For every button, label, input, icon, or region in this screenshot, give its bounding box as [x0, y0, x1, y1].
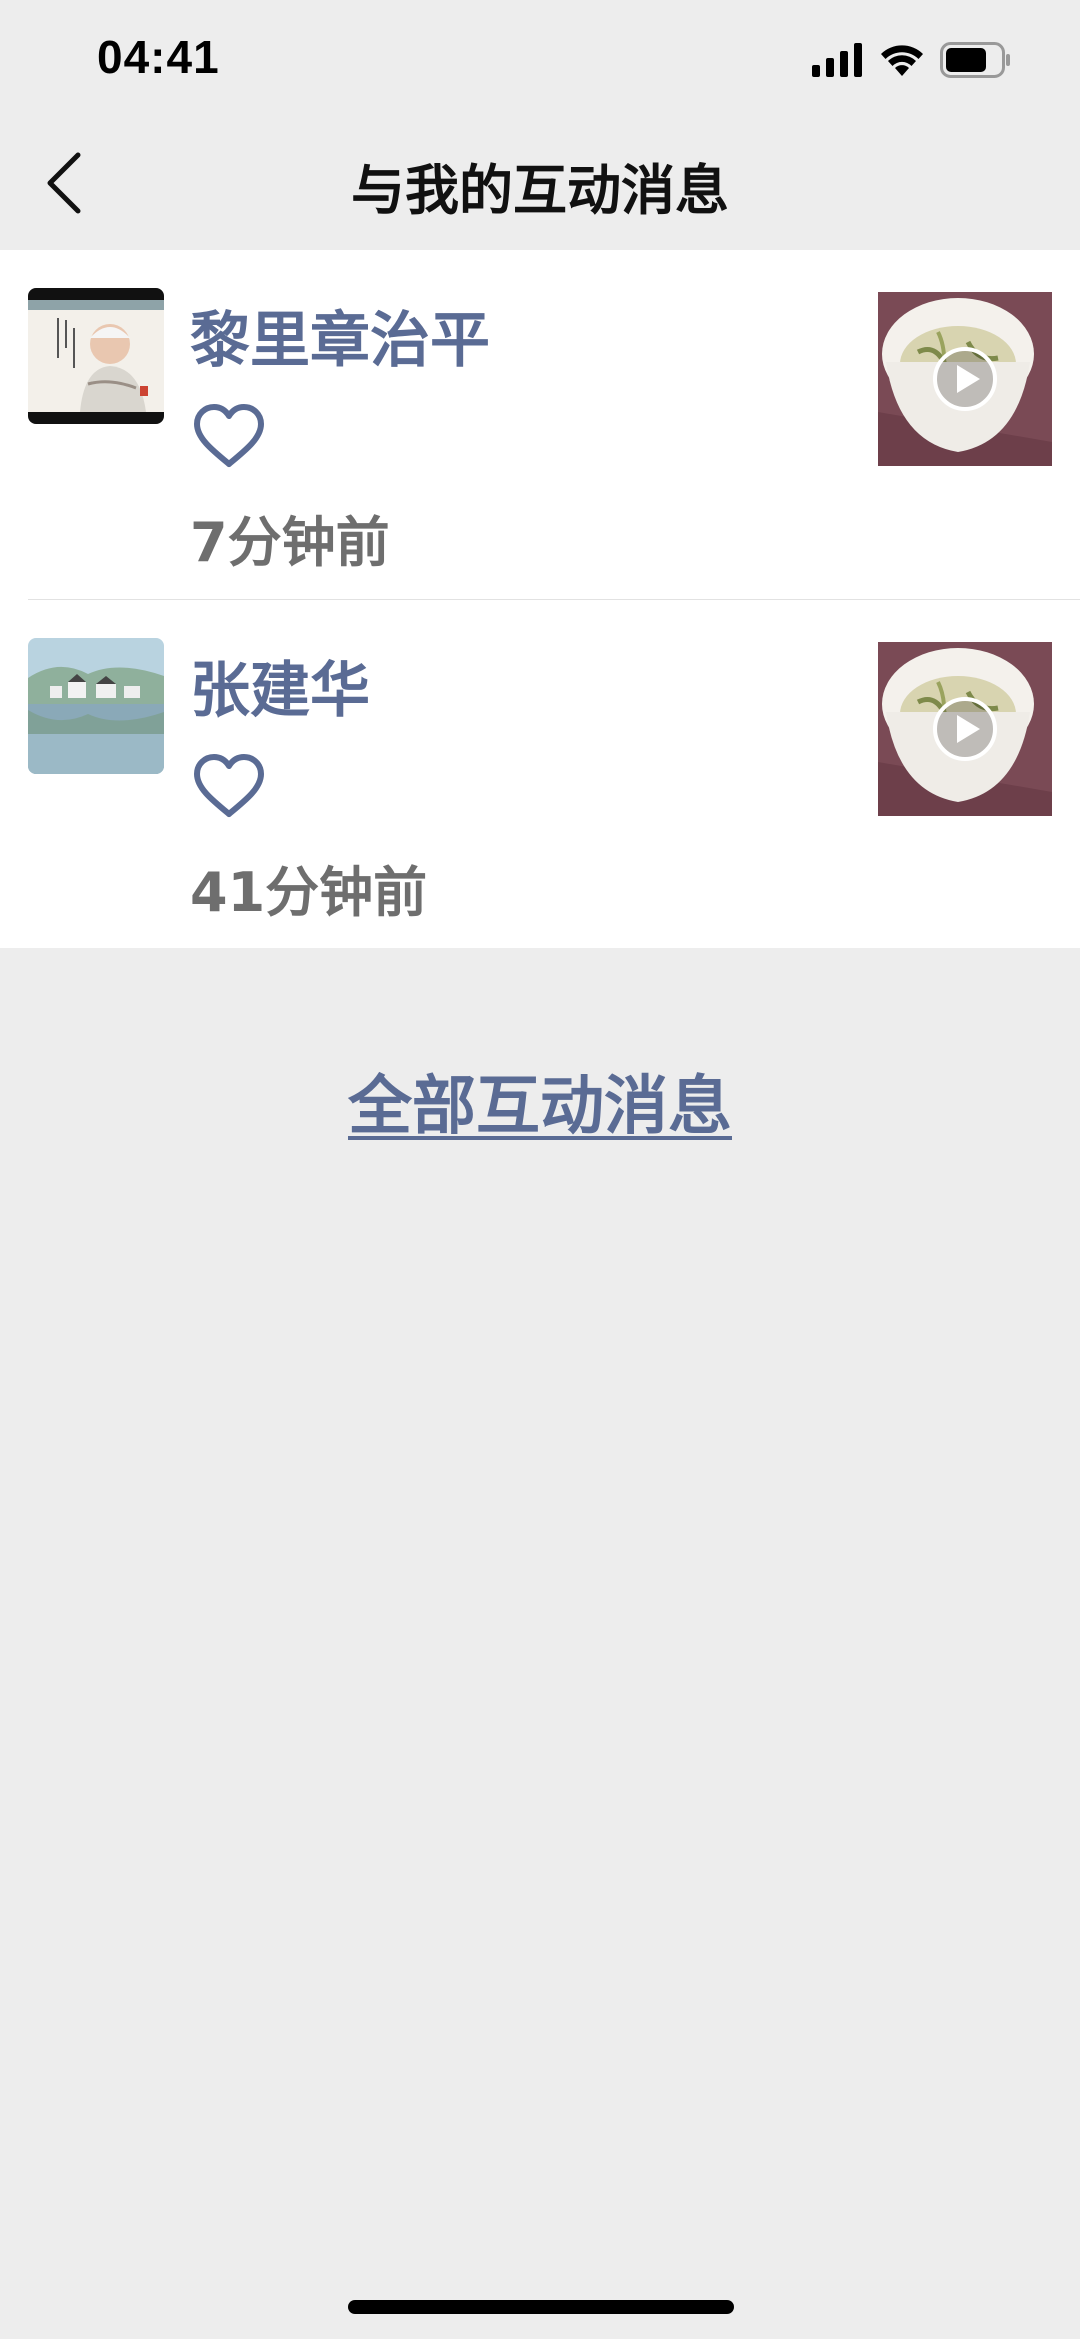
heart-icon: [192, 402, 266, 470]
tea-cup-video-thumbnail: [878, 642, 1052, 816]
user-name[interactable]: 黎里章治平: [190, 292, 490, 379]
status-icons: [812, 42, 1012, 82]
user-name[interactable]: 张建华: [190, 642, 370, 729]
timestamp: 41分钟前: [190, 861, 428, 924]
video-thumbnail[interactable]: [878, 292, 1052, 466]
battery-icon: [940, 42, 1012, 82]
avatar[interactable]: [28, 638, 164, 774]
page-title: 与我的互动消息: [351, 159, 729, 222]
portrait-painting-avatar: [28, 288, 164, 424]
timestamp: 7分钟前: [190, 511, 390, 574]
heart-icon: [192, 752, 266, 820]
tea-cup-video-thumbnail: [878, 292, 1052, 466]
nav-bar: 与我的互动消息: [0, 120, 1080, 248]
lake-village-avatar: [28, 638, 164, 774]
all-messages-link[interactable]: 全部互动消息: [348, 1070, 732, 1144]
home-indicator[interactable]: [348, 2300, 734, 2314]
list-item[interactable]: 黎里章治平 7分钟前: [0, 250, 1080, 600]
video-thumbnail[interactable]: [878, 642, 1052, 816]
avatar[interactable]: [28, 288, 164, 424]
status-time: 04:41: [97, 31, 220, 83]
list-item[interactable]: 张建华 41分钟前: [0, 600, 1080, 950]
wifi-icon: [880, 43, 924, 81]
signal-icon: [812, 43, 864, 81]
message-list: 黎里章治平 7分钟前 张建华 41分钟前: [0, 250, 1080, 948]
all-messages-link-container: 全部互动消息: [0, 1055, 1080, 1147]
status-bar: 04:41: [0, 0, 1080, 120]
